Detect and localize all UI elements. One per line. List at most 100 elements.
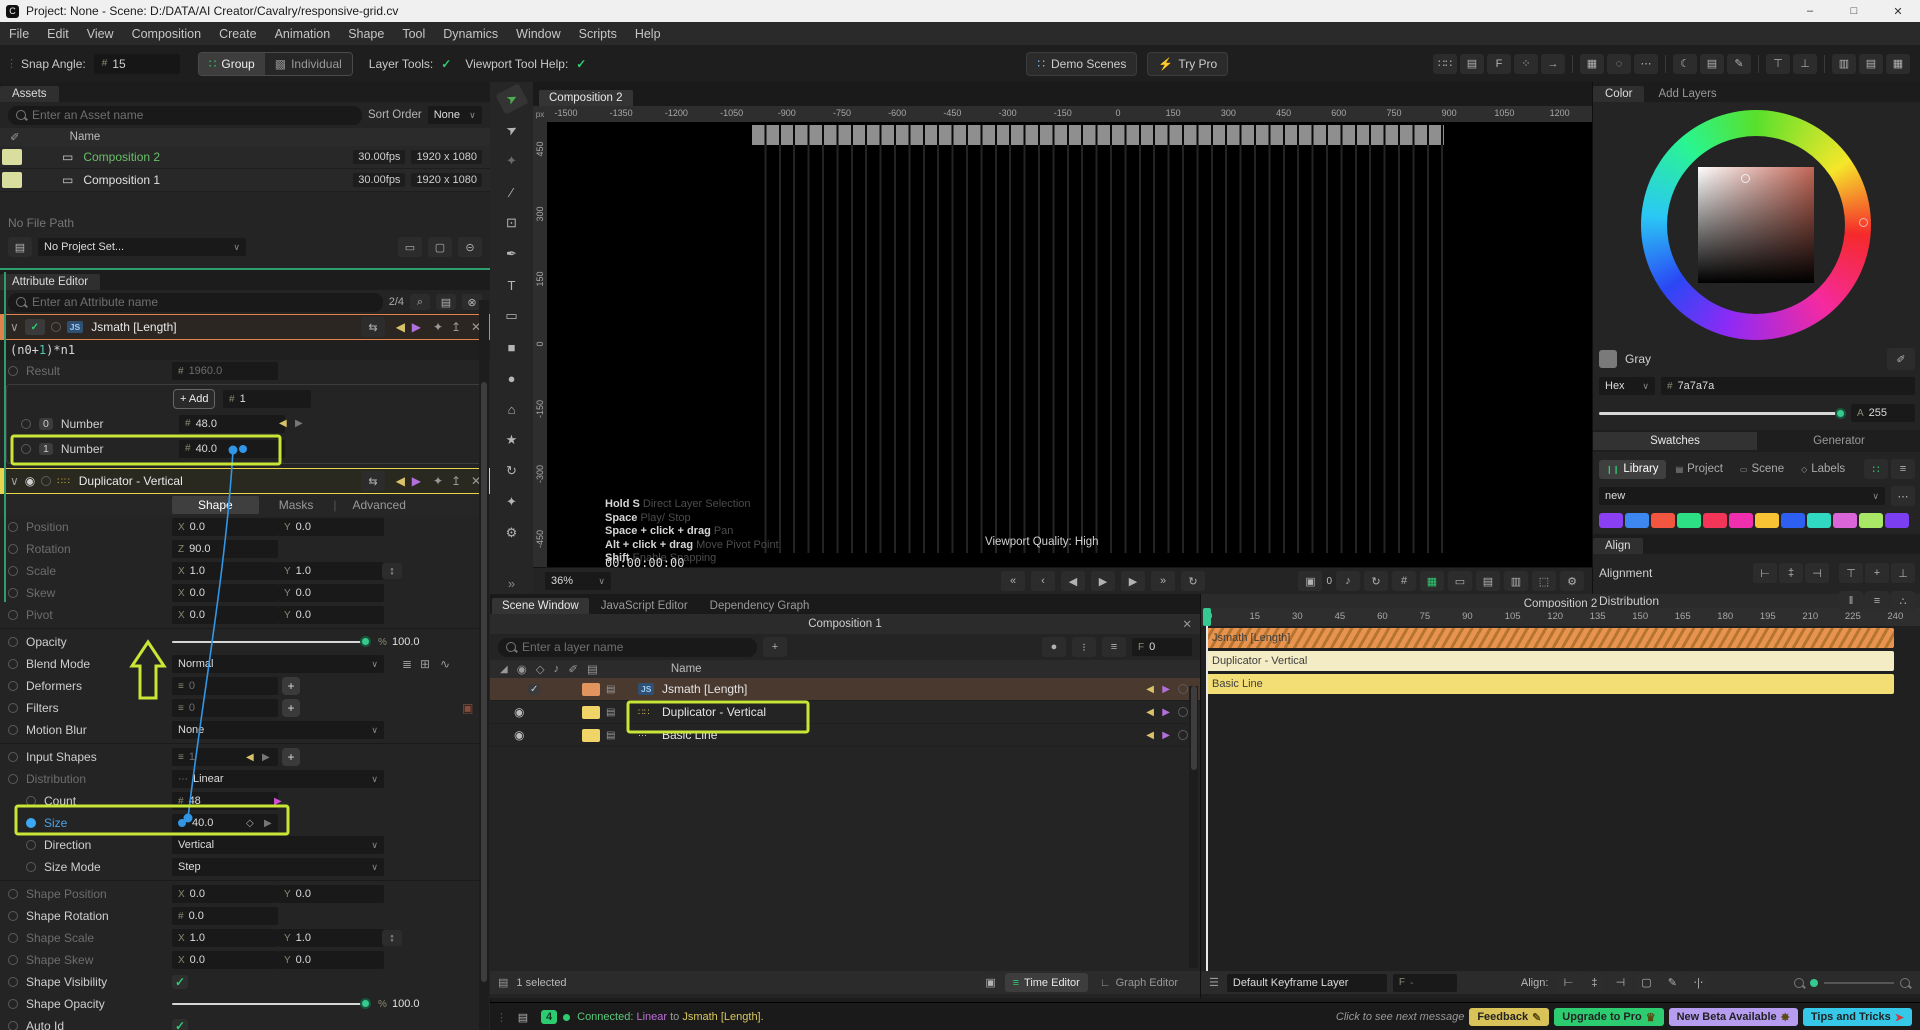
monitor-icon[interactable]: ▢ (428, 237, 452, 257)
tab-scene-window[interactable]: Scene Window (492, 598, 589, 614)
attribute-radio[interactable] (8, 1021, 18, 1030)
align-bottom-icon[interactable]: ⊥ (1793, 53, 1817, 74)
tool-effects[interactable]: ✦ (499, 491, 525, 513)
tab-labels[interactable]: ◇ Labels (1794, 460, 1852, 479)
tips-and-tricks-button[interactable]: Tips and Tricks ➤ (1802, 1008, 1912, 1026)
tab-javascript-editor[interactable]: JavaScript Editor (591, 598, 698, 614)
zoom-level-dropdown[interactable]: 36% ∨ (545, 572, 611, 590)
layer-row[interactable]: ◉ ▤ ⋯ Basic Line ◀ ▶ (490, 724, 1200, 747)
attribute-radio[interactable] (8, 977, 18, 987)
columns-icon[interactable]: ▦ (1580, 53, 1604, 74)
zoom-in-icon[interactable] (1900, 977, 1910, 988)
matte-icon[interactable]: ▦ (1420, 571, 1444, 591)
collapse-chevron-icon[interactable]: ∨ (10, 474, 19, 488)
attribute-radio[interactable] (8, 703, 18, 713)
close-icon[interactable]: ✕ (1182, 617, 1192, 631)
align-left-icon[interactable]: ⊢ (1753, 563, 1777, 583)
tool-select[interactable]: ➤ (494, 83, 529, 115)
dropdown[interactable]: Normal ∨ (172, 655, 384, 673)
attribute-radio[interactable] (8, 955, 18, 965)
prev-keyframe-icon[interactable]: ◀ (246, 752, 254, 763)
tab-scene[interactable]: ▭ Scene (1733, 460, 1791, 479)
table-icon[interactable]: ▤ (1700, 53, 1724, 74)
display-icon[interactable]: ▭ (1448, 571, 1472, 591)
play-forward-button[interactable]: ▶ (1121, 571, 1145, 591)
menu-tool[interactable]: Tool (393, 27, 434, 41)
add-item-button[interactable]: + (282, 748, 300, 766)
layer-color-swatch[interactable] (582, 728, 600, 742)
asset-row[interactable]: ▭ Composition 2 30.00fps 1920 x 1080 (0, 146, 490, 169)
current-color-swatch[interactable] (1599, 350, 1617, 368)
asset-row[interactable]: ▭ Composition 1 30.00fps 1920 x 1080 (0, 169, 490, 192)
attribute-radio[interactable] (8, 522, 18, 532)
play-reverse-button[interactable]: ◀ (1061, 571, 1085, 591)
menu-window[interactable]: Window (507, 27, 569, 41)
sort-order-dropdown[interactable]: None ∨ (427, 106, 482, 124)
menu-composition[interactable]: Composition (123, 27, 210, 41)
tab-add-layers[interactable]: Add Layers (1646, 86, 1728, 102)
target-filter-icon[interactable]: ⁝ (1072, 637, 1096, 657)
tab-align[interactable]: Align (1593, 538, 1643, 554)
nodes-icon[interactable]: ⁘ (1514, 53, 1538, 74)
color-swatch[interactable] (1781, 513, 1805, 528)
align-center-h-icon[interactable]: ‡ (1779, 563, 1803, 583)
layers-icon[interactable]: ▤ (1476, 571, 1500, 591)
grid-view-icon[interactable]: ∷ (1864, 459, 1888, 479)
hook-icon[interactable]: ☾ (1673, 53, 1697, 74)
ellipse-icon[interactable]: ◌ (1607, 53, 1631, 74)
collapse-chevron-icon[interactable]: ∨ (10, 320, 19, 334)
box-select-keys-icon[interactable]: ▢ (1634, 972, 1659, 993)
tool-ellipse[interactable]: ● (499, 367, 525, 389)
layer-color-swatch[interactable] (582, 705, 600, 719)
attribute-radio[interactable] (8, 610, 18, 620)
try-pro-button[interactable]: ⚡ Try Pro (1147, 51, 1229, 76)
more-icon[interactable]: ⋯ (1634, 53, 1658, 74)
align-left-keys-icon[interactable]: ⊢ (1556, 972, 1581, 993)
next-keyframe-icon[interactable]: ▶ (1162, 684, 1170, 695)
left-scrollbar[interactable] (479, 300, 489, 1030)
frame-field[interactable]: F- (1392, 973, 1457, 992)
jsmath-expression[interactable]: (n0+ 1)*n1 (0, 340, 490, 360)
dropdown[interactable]: None ∨ (172, 721, 384, 739)
prev-keyframe-icon[interactable]: ◀ (396, 320, 405, 334)
number-field[interactable]: #40.0 (179, 439, 285, 458)
number-field[interactable]: #48.0 (179, 414, 285, 433)
timeline-layer-bar[interactable]: Jsmath [Length] (1206, 628, 1894, 648)
layer-color-swatch[interactable] (582, 682, 600, 696)
color-swatch[interactable] (1729, 513, 1753, 528)
attribute-radio[interactable] (21, 418, 31, 429)
align-right-keys-icon[interactable]: ⊣ (1608, 972, 1633, 993)
play-button[interactable]: ▶ (1091, 571, 1115, 591)
pin-icon[interactable]: ✦ (433, 474, 443, 488)
value-field[interactable]: X 0.0 (172, 518, 278, 536)
tab-attribute-editor[interactable]: Attribute Editor (0, 274, 101, 290)
attribute-radio[interactable] (8, 933, 18, 943)
grid-icon[interactable]: # (1392, 571, 1416, 591)
opacity-slider[interactable] (172, 636, 371, 647)
tab-masks[interactable]: Masks (259, 496, 334, 514)
asset-color-swatch[interactable] (2, 172, 22, 188)
add-number-button[interactable]: + Add (173, 389, 216, 409)
wave-options-icon[interactable]: ∿ (440, 657, 450, 671)
menu-view[interactable]: View (78, 27, 123, 41)
slider-knob[interactable] (360, 998, 371, 1009)
loop-button[interactable]: ↻ (1181, 571, 1205, 591)
asset-search-input[interactable]: Enter an Asset name (8, 105, 362, 125)
attribute-radio[interactable] (8, 588, 18, 598)
align-top-icon[interactable]: ⊤ (1766, 53, 1790, 74)
folder-icon[interactable]: ▭ (398, 237, 422, 257)
timeline-layer-bar[interactable]: Basic Line (1206, 674, 1894, 694)
minimize-button[interactable]: – (1788, 0, 1832, 22)
hue-marker[interactable] (1859, 218, 1868, 227)
attribute-radio[interactable] (8, 999, 18, 1009)
link-xy-icon[interactable]: ↕ (382, 563, 402, 579)
new-beta-available-button[interactable]: New Beta Available ✸ (1668, 1008, 1798, 1026)
more-tools-chevron[interactable]: » (499, 572, 525, 594)
layers-filter-icon[interactable]: ▤ (436, 294, 456, 310)
keyframe-layer-dropdown[interactable]: Default Keyframe Layer (1226, 973, 1387, 992)
align-center-keys-icon[interactable]: ‡ (1582, 972, 1607, 993)
tab-generator[interactable]: Generator (1757, 432, 1920, 450)
number-field[interactable]: 40.0 (172, 814, 278, 832)
bake-icon[interactable]: ▣ (462, 701, 473, 715)
distribute-h-icon[interactable]: ‖ (1839, 591, 1863, 611)
